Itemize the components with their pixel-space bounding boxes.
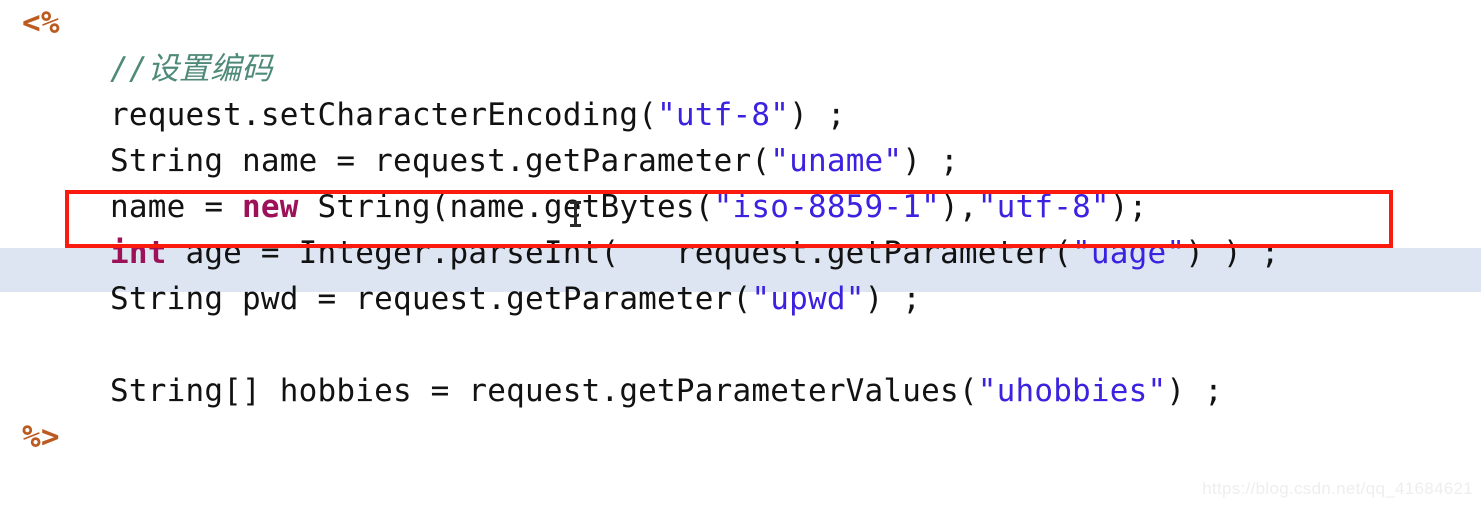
code-screenshot: <%//设置编码 request.setCharacterEncoding("ut… [0,0,1481,505]
get-pwd-string: "upwd" [751,281,865,317]
recode-target-string: "utf-8" [977,189,1110,225]
code-line-get-pwd: String pwd = request.getParameter("upwd"… [0,276,1481,322]
recode-charset-string: "iso-8859-1" [713,189,941,225]
comment-text: //设置编码 [110,51,273,87]
recode-part3: ), [940,189,978,225]
code-line-recode-name: name = new String(name.getBytes("iso-885… [0,184,1481,230]
set-encoding-suffix: ) ; [789,97,846,133]
set-encoding-string: "utf-8" [657,97,790,133]
get-name-prefix: String name = request.getParameter( [110,143,771,179]
get-hobbies-string: "uhobbies" [977,373,1167,409]
code-line-get-name: String name = request.getParameter("unam… [0,138,1481,184]
code-line-get-hobbies: String[] hobbies = request.getParameterV… [0,368,1481,414]
code-line-set-encoding: request.setCharacterEncoding("utf-8") ; [0,92,1481,138]
code-line-comment: //设置编码 [0,46,1481,92]
keyword-int: int [110,235,167,271]
keyword-new: new [242,189,299,225]
recode-part1: name = [110,189,243,225]
jsp-close-tag: %> [22,419,60,455]
get-hobbies-suffix: ) ; [1166,373,1223,409]
parse-age-part1: age = Integer.parseInt( request.getParam… [166,235,1073,271]
set-encoding-prefix: request.setCharacterEncoding( [110,97,658,133]
watermark-text: https://blog.csdn.net/qq_41684621 [1202,479,1473,498]
code-line-jsp-close: %> [0,414,1481,460]
get-name-suffix: ) ; [902,143,959,179]
parse-age-string: "uage" [1072,235,1186,271]
text-ibeam-cursor [570,201,581,227]
code-line-jsp-open: <% [0,0,1481,46]
code-block[interactable]: <%//设置编码 request.setCharacterEncoding("ut… [0,0,1481,505]
get-name-string: "uname" [770,143,903,179]
get-hobbies-prefix: String[] hobbies = request.getParameterV… [110,373,978,409]
get-pwd-prefix: String pwd = request.getParameter( [110,281,752,317]
parse-age-part2: ) ) ; [1185,235,1280,271]
jsp-open-tag: <% [22,5,60,41]
get-pwd-suffix: ) ; [864,281,922,317]
code-line-parse-age: int age = Integer.parseInt( request.getP… [0,230,1481,276]
recode-part2: String(name.getBytes( [298,189,714,225]
recode-part4: ); [1109,189,1148,225]
